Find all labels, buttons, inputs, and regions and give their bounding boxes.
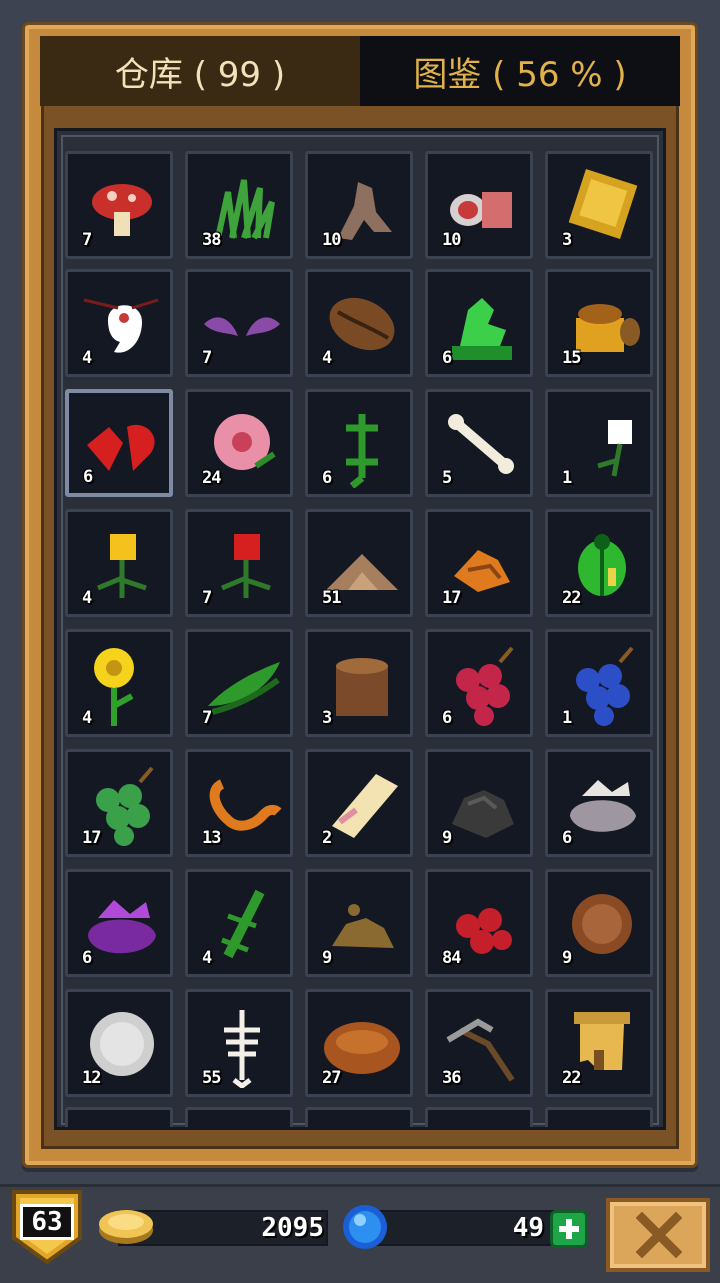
inventory-slot-partial[interactable] xyxy=(305,1107,413,1127)
inventory-slot[interactable]: 4 xyxy=(185,869,293,977)
item-count: 4 xyxy=(82,708,92,728)
inventory-slot[interactable]: 6 xyxy=(65,869,173,977)
inventory-slot-partial[interactable] xyxy=(185,1107,293,1127)
inventory-slot[interactable]: 6 xyxy=(305,389,413,497)
item-count: 7 xyxy=(202,588,212,608)
inventory-slot[interactable]: 4 xyxy=(65,629,173,737)
item-count: 27 xyxy=(322,1068,342,1088)
item-count: 13 xyxy=(202,828,222,848)
item-count: 3 xyxy=(322,708,332,728)
item-count: 6 xyxy=(442,348,452,368)
inventory-slot[interactable]: 22 xyxy=(545,989,653,1097)
blue-gem-icon xyxy=(343,1205,387,1249)
item-count: 17 xyxy=(82,828,102,848)
item-count: 1 xyxy=(562,468,572,488)
inventory-slot[interactable]: 6 xyxy=(65,389,173,497)
gold-coin-icon xyxy=(99,1210,153,1244)
inventory-slot[interactable]: 7 xyxy=(65,151,173,259)
inventory-grid[interactable]: 7 38 10 10 3 4 7 4 6 15 6 24 6 5 1 4 7 51 17 22 4 7 3 6 1 17 13 2 9 6… xyxy=(54,128,666,1130)
inventory-slot[interactable]: 27 xyxy=(305,989,413,1097)
item-count: 38 xyxy=(202,230,222,250)
item-count: 4 xyxy=(82,588,92,608)
inventory-slot[interactable]: 13 xyxy=(185,749,293,857)
inventory-slot[interactable]: 12 xyxy=(65,989,173,1097)
item-count: 12 xyxy=(82,1068,102,1088)
inventory-slot[interactable]: 55 xyxy=(185,989,293,1097)
item-count: 4 xyxy=(322,348,332,368)
gold-amount: 2095 xyxy=(261,1213,324,1243)
item-count: 15 xyxy=(562,348,582,368)
item-count: 6 xyxy=(442,708,452,728)
inventory-slot[interactable]: 4 xyxy=(65,509,173,617)
inventory-slot-partial[interactable] xyxy=(425,1107,533,1127)
item-count: 55 xyxy=(202,1068,222,1088)
inventory-slot[interactable]: 7 xyxy=(185,629,293,737)
item-count: 24 xyxy=(202,468,222,488)
inventory-slot[interactable]: 17 xyxy=(65,749,173,857)
item-count: 7 xyxy=(202,708,212,728)
inventory-slot[interactable]: 38 xyxy=(185,151,293,259)
item-count: 51 xyxy=(322,588,342,608)
inventory-slot[interactable]: 6 xyxy=(545,749,653,857)
inventory-slot[interactable]: 5 xyxy=(425,389,533,497)
item-count: 84 xyxy=(442,948,462,968)
plus-icon xyxy=(559,1219,579,1239)
item-count: 6 xyxy=(83,467,93,487)
item-count: 10 xyxy=(442,230,462,250)
tab-storage[interactable]: 仓库 ( 99 ) xyxy=(40,36,360,106)
inventory-slot[interactable]: 9 xyxy=(425,749,533,857)
inventory-slot[interactable]: 22 xyxy=(545,509,653,617)
inventory-slot[interactable]: 3 xyxy=(305,629,413,737)
inventory-slot[interactable]: 6 xyxy=(425,269,533,377)
inventory-slot[interactable]: 7 xyxy=(185,269,293,377)
item-count: 1 xyxy=(562,708,572,728)
item-count: 2 xyxy=(322,828,332,848)
inventory-slot[interactable]: 10 xyxy=(305,151,413,259)
item-count: 9 xyxy=(322,948,332,968)
item-count: 10 xyxy=(322,230,342,250)
item-count: 6 xyxy=(562,828,572,848)
item-count: 7 xyxy=(202,348,212,368)
item-count: 9 xyxy=(562,948,572,968)
item-count: 17 xyxy=(442,588,462,608)
gem-amount: 49 xyxy=(512,1213,544,1243)
item-count: 22 xyxy=(562,1068,582,1088)
inventory-slot[interactable]: 1 xyxy=(545,629,653,737)
add-gems-button[interactable] xyxy=(550,1210,588,1248)
inventory-slot[interactable]: 7 xyxy=(185,509,293,617)
inventory-slot[interactable]: 9 xyxy=(545,869,653,977)
inventory-slot[interactable]: 24 xyxy=(185,389,293,497)
inventory-slot-partial[interactable] xyxy=(65,1107,173,1127)
inventory-slot[interactable]: 10 xyxy=(425,151,533,259)
item-count: 22 xyxy=(562,588,582,608)
inventory-slot[interactable]: 6 xyxy=(425,629,533,737)
inventory-slot[interactable]: 51 xyxy=(305,509,413,617)
item-count: 3 xyxy=(562,230,572,250)
item-count: 4 xyxy=(82,348,92,368)
inventory-slot[interactable]: 2 xyxy=(305,749,413,857)
inventory-slot[interactable]: 15 xyxy=(545,269,653,377)
item-count: 5 xyxy=(442,468,452,488)
player-level: 63 xyxy=(20,1204,74,1240)
inventory-slot[interactable]: 84 xyxy=(425,869,533,977)
item-count: 9 xyxy=(442,828,452,848)
inventory-slot[interactable]: 4 xyxy=(65,269,173,377)
inventory-slot[interactable]: 1 xyxy=(545,389,653,497)
item-count: 6 xyxy=(322,468,332,488)
inventory-slot[interactable]: 36 xyxy=(425,989,533,1097)
inventory-slot[interactable]: 4 xyxy=(305,269,413,377)
close-button[interactable] xyxy=(606,1198,710,1272)
item-count: 6 xyxy=(82,948,92,968)
item-count: 7 xyxy=(82,230,92,250)
close-icon xyxy=(636,1212,682,1258)
inventory-slot-partial[interactable] xyxy=(545,1107,653,1127)
inventory-slot[interactable]: 17 xyxy=(425,509,533,617)
tab-catalog[interactable]: 图鉴 ( 56 % ) xyxy=(360,36,680,106)
item-count: 36 xyxy=(442,1068,462,1088)
inventory-slot[interactable]: 3 xyxy=(545,151,653,259)
item-count: 4 xyxy=(202,948,212,968)
inventory-slot[interactable]: 9 xyxy=(305,869,413,977)
